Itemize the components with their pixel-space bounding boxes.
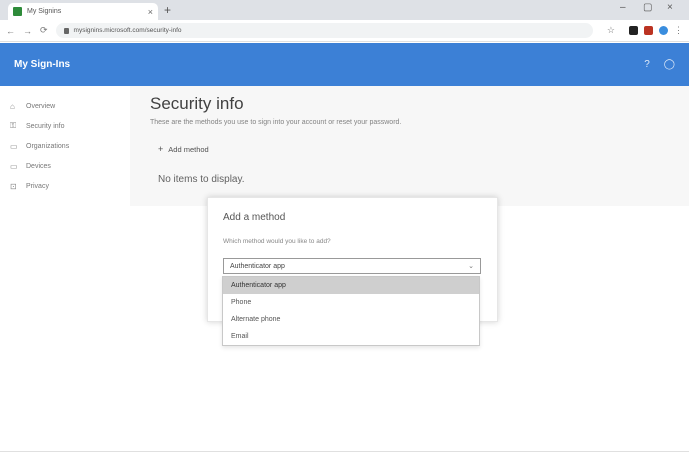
method-select[interactable]: Authenticator app ⌄ <box>223 258 481 274</box>
new-tab-button[interactable]: + <box>164 3 171 17</box>
browser-toolbar: ← → ⟳ mysignins.microsoft.com/security-i… <box>0 20 689 42</box>
laptop-icon: ▭ <box>10 161 18 171</box>
lock-icon <box>63 27 69 34</box>
browser-tab[interactable]: My Signins × <box>8 3 158 20</box>
briefcase-icon: ▭ <box>10 141 18 151</box>
app-title: My Sign-Ins <box>14 59 71 70</box>
sidebar-item-label: Organizations <box>26 142 70 150</box>
site-favicon-icon <box>13 7 22 16</box>
minimize-icon[interactable]: – <box>620 2 626 13</box>
dropdown-option-authenticator-app[interactable]: Authenticator app <box>223 277 479 294</box>
app-header: My Sign-Ins ? ◯ <box>0 43 689 86</box>
sidebar-item-label: Security info <box>26 122 65 130</box>
dropdown-option-email[interactable]: Email <box>223 328 479 345</box>
tab-title: My Signins <box>27 8 62 15</box>
dialog-label: Which method would you like to add? <box>223 238 331 245</box>
browser-tabstrip: My Signins × + – ▢ × <box>0 0 689 20</box>
window-close-icon[interactable]: × <box>667 2 673 13</box>
key-icon: ⚿ <box>10 121 17 130</box>
select-value: Authenticator app <box>230 262 285 270</box>
address-bar[interactable]: mysignins.microsoft.com/security-info <box>55 23 593 38</box>
person-icon: ⌂ <box>10 101 15 111</box>
chevron-down-icon: ⌄ <box>468 263 474 270</box>
sidebar-item-security-info[interactable]: ⚿ Security info <box>0 116 125 136</box>
account-icon[interactable]: ◯ <box>664 59 675 70</box>
star-icon[interactable]: ☆ <box>607 25 615 36</box>
method-dropdown-list: Authenticator app Phone Alternate phone … <box>222 276 480 346</box>
extension-icon[interactable] <box>629 26 638 35</box>
back-icon[interactable]: ← <box>6 26 15 36</box>
sidebar-item-label: Privacy <box>26 182 49 190</box>
lock-icon: ⊡ <box>10 181 17 191</box>
dialog-title: Add a method <box>223 212 286 223</box>
sidebar-item-label: Devices <box>26 162 51 170</box>
help-icon[interactable]: ? <box>644 59 650 70</box>
sidebar-item-devices[interactable]: ▭ Devices <box>0 156 125 176</box>
maximize-icon[interactable]: ▢ <box>643 2 652 13</box>
profile-avatar-icon[interactable] <box>659 26 668 35</box>
dropdown-option-alternate-phone[interactable]: Alternate phone <box>223 311 479 328</box>
dropdown-option-phone[interactable]: Phone <box>223 294 479 311</box>
modal-backdrop <box>130 86 689 206</box>
sidebar-item-label: Overview <box>26 102 56 110</box>
extension-red-icon[interactable] <box>644 26 653 35</box>
sidebar-item-privacy[interactable]: ⊡ Privacy <box>0 176 125 196</box>
sidebar: ⌂ Overview ⚿ Security info ▭ Organizatio… <box>0 86 125 452</box>
forward-icon[interactable]: → <box>23 26 32 36</box>
reload-icon[interactable]: ⟳ <box>40 25 48 36</box>
url-text: mysignins.microsoft.com/security-info <box>73 27 182 34</box>
sidebar-item-organizations[interactable]: ▭ Organizations <box>0 136 125 156</box>
tab-close-icon[interactable]: × <box>148 7 153 17</box>
browser-menu-icon[interactable]: ⋮ <box>674 25 683 36</box>
sidebar-item-overview[interactable]: ⌂ Overview <box>0 96 125 116</box>
